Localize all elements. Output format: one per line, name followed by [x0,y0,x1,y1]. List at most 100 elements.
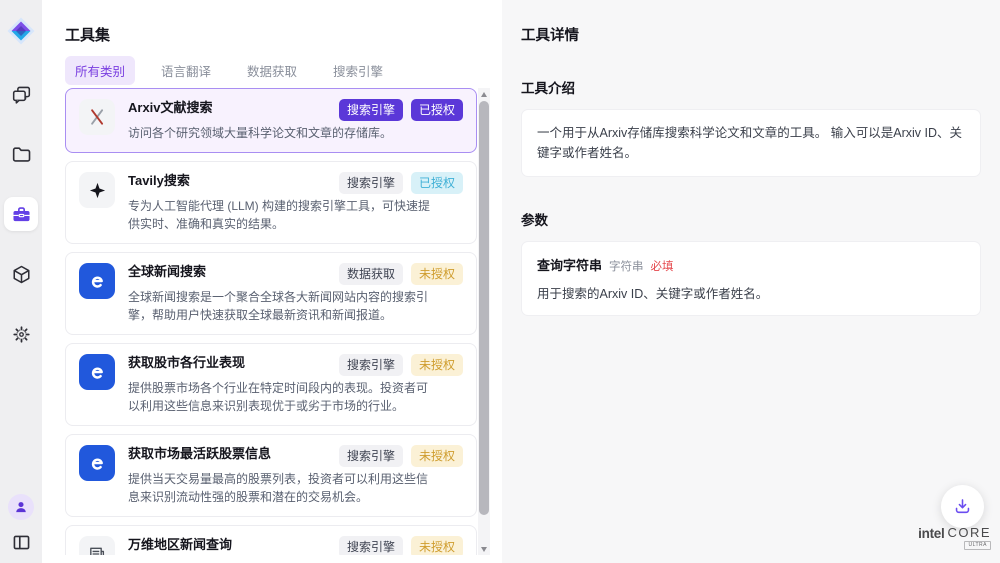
tool-name: 全球新闻搜索 [128,263,206,280]
tool-card[interactable]: 获取市场最活跃股票信息 搜索引擎未授权 提供当天交易量最高的股票列表，投资者可以… [65,434,477,517]
rail-nav [4,77,38,351]
chat-icon [11,84,32,105]
tool-card-body: 全球新闻搜索 数据获取未授权 全球新闻搜索是一个聚合全球各大新闻网站内容的搜索引… [128,263,463,324]
tool-badges: 搜索引擎未授权 [339,354,463,376]
tool-badge: 数据获取 [339,263,403,285]
tool-name: Tavily搜索 [128,172,190,189]
arxiv-icon [87,107,107,127]
tool-badge: 搜索引擎 [339,172,403,194]
tool-badge: 未授权 [411,263,463,285]
tool-badge: 搜索引擎 [339,354,403,376]
user-avatar[interactable] [8,494,34,520]
settings-icon [11,324,32,345]
panel-toggle-icon [11,532,32,553]
tool-card-body: Arxiv文献搜索 搜索引擎已授权 访问各个研究领域大量科学论文和文章的存储库。 [128,99,463,142]
core-wordmark: core [947,526,991,540]
tool-badge: 未授权 [411,354,463,376]
param-name: 查询字符串 [537,255,602,274]
tool-card-body: 获取市场最活跃股票信息 搜索引擎未授权 提供当天交易量最高的股票列表，投资者可以… [128,445,463,506]
tool-badges: 搜索引擎已授权 [339,99,463,121]
tavily-icon [88,181,107,200]
tool-name: 获取市场最活跃股票信息 [128,445,271,462]
param-header: 查询字符串 字符串 必填 [537,255,965,274]
tool-card[interactable]: 万维地区新闻查询 搜索引擎未授权 查询具体行政区划内的新闻，快速了解各地新闻动 [65,525,477,555]
param-description: 用于搜索的Arxiv ID、关键字或作者姓名。 [537,283,965,302]
tool-badge: 未授权 [411,445,463,467]
detail-title: 工具详情 [521,24,981,45]
tool-card[interactable]: 全球新闻搜索 数据获取未授权 全球新闻搜索是一个聚合全球各大新闻网站内容的搜索引… [65,252,477,335]
tool-card-body: Tavily搜索 搜索引擎已授权 专为人工智能代理 (LLM) 构建的搜索引擎工… [128,172,463,233]
tab-all-categories[interactable]: 所有类别 [65,56,135,85]
app-logo [7,17,35,45]
scroll-up-button[interactable] [478,88,490,100]
tool-card-body: 获取股市各行业表现 搜索引擎未授权 提供股票市场各个行业在特定时间段内的表现。投… [128,354,463,415]
tool-icon [79,99,115,135]
tab-translation[interactable]: 语言翻译 [151,56,221,85]
app-window: 工具集 所有类别 语言翻译 数据获取 搜索引擎 [0,0,1000,563]
param-required-badge: 必填 [651,258,674,274]
tool-name: 获取股市各行业表现 [128,354,245,371]
tool-description: 全球新闻搜索是一个聚合全球各大新闻网站内容的搜索引擎，帮助用户快速获取全球最新资… [128,288,430,324]
left-rail [0,0,42,563]
page-title: 工具集 [65,24,110,45]
scroll-down-icon [481,547,487,552]
tool-description: 专为人工智能代理 (LLM) 构建的搜索引擎工具，可快速提供实时、准确和真实的结… [128,197,430,233]
tool-badge: 搜索引擎 [339,99,403,121]
tool-icon [79,263,115,299]
tool-card[interactable]: Arxiv文献搜索 搜索引擎已授权 访问各个研究领域大量科学论文和文章的存储库。 [65,88,477,153]
news-e-icon [87,271,108,292]
avatar-icon [13,499,29,515]
scroll-up-icon [481,92,487,97]
folder-icon [11,144,32,165]
scroll-down-button[interactable] [478,543,490,555]
intro-heading: 工具介绍 [521,77,981,97]
scrollbar-thumb[interactable] [479,101,489,515]
param-type: 字符串 [609,258,644,274]
tool-badges: 数据获取未授权 [339,263,463,285]
sidebar-item-tools[interactable] [4,197,38,231]
tab-search-engine[interactable]: 搜索引擎 [323,56,393,85]
tools-list: Arxiv文献搜索 搜索引擎已授权 访问各个研究领域大量科学论文和文章的存储库。 [65,88,477,555]
tool-name: Arxiv文献搜索 [128,99,213,116]
tool-badges: 搜索引擎未授权 [339,536,463,555]
tool-badge: 搜索引擎 [339,445,403,467]
ultra-badge: Ultra [964,541,991,550]
sidebar-item-files[interactable] [4,137,38,171]
params-heading: 参数 [521,209,981,229]
tools-list-panel: 工具集 所有类别 语言翻译 数据获取 搜索引擎 [42,0,502,563]
toolbox-icon [11,204,32,225]
sidebar-item-chat[interactable] [4,77,38,111]
intro-box: 一个用于从Arxiv存储库搜索科学论文和文章的工具。 输入可以是Arxiv ID… [521,109,981,177]
download-button[interactable] [941,485,984,528]
scrollbar[interactable] [478,88,490,555]
tool-badge: 未授权 [411,536,463,555]
tool-badge: 已授权 [411,172,463,194]
tool-badge: 搜索引擎 [339,536,403,555]
tool-card-body: 万维地区新闻查询 搜索引擎未授权 查询具体行政区划内的新闻，快速了解各地新闻动 [128,536,463,555]
tool-card[interactable]: 获取股市各行业表现 搜索引擎未授权 提供股票市场各个行业在特定时间段内的表现。投… [65,343,477,426]
news-e-icon [87,362,108,383]
tool-description: 提供当天交易量最高的股票列表，投资者可以利用这些信息来识别流动性强的股票和潜在的… [128,470,430,506]
tool-badges: 搜索引擎已授权 [339,172,463,194]
tool-description: 访问各个研究领域大量科学论文和文章的存储库。 [128,124,430,142]
tool-card[interactable]: Tavily搜索 搜索引擎已授权 专为人工智能代理 (LLM) 构建的搜索引擎工… [65,161,477,244]
cube-icon [11,264,32,285]
panel-toggle-button[interactable] [8,529,34,555]
intel-core-logo: intel core Ultra [918,526,991,550]
tool-name: 万维地区新闻查询 [128,536,232,553]
news-e-icon [87,453,108,474]
tool-badges: 搜索引擎未授权 [339,445,463,467]
category-tabs: 所有类别 语言翻译 数据获取 搜索引擎 [65,56,393,85]
tool-icon [79,354,115,390]
tool-detail-panel: 工具详情 工具介绍 一个用于从Arxiv存储库搜索科学论文和文章的工具。 输入可… [502,0,1000,563]
download-icon [952,496,973,517]
tab-data-fetch[interactable]: 数据获取 [237,56,307,85]
intel-wordmark: intel [918,526,944,541]
newspaper-icon [87,544,107,555]
sidebar-item-models[interactable] [4,257,38,291]
tool-icon [79,172,115,208]
intro-text: 一个用于从Arxiv存储库搜索科学论文和文章的工具。 输入可以是Arxiv ID… [537,123,965,163]
tool-icon [79,445,115,481]
tool-description: 提供股票市场各个行业在特定时间段内的表现。投资者可以利用这些信息来识别表现优于或… [128,379,430,415]
sidebar-item-settings[interactable] [4,317,38,351]
